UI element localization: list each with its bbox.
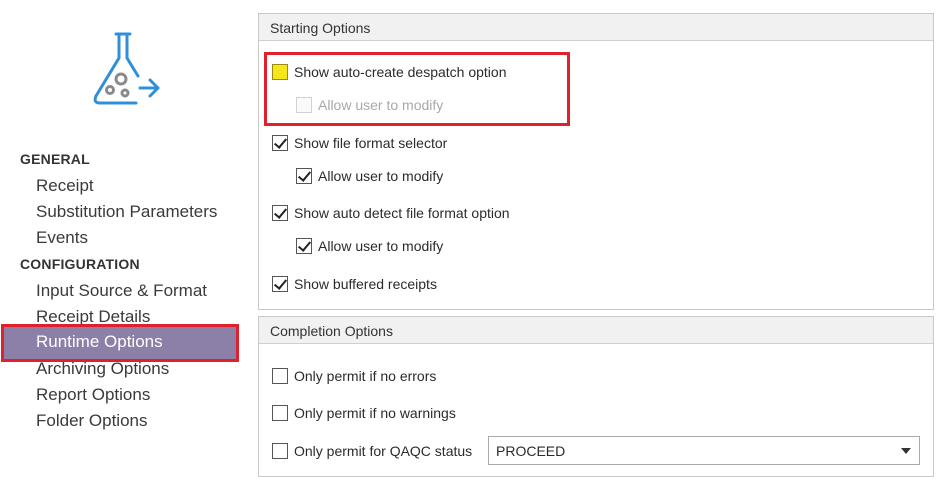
auto-detect-allow-modify-checkbox[interactable]: Allow user to modify <box>296 236 443 256</box>
checkbox-label: Only permit if no warnings <box>294 405 456 421</box>
checkbox-label: Allow user to modify <box>318 97 444 113</box>
checkbox-label: Show buffered receipts <box>294 276 437 292</box>
qaqc-status-checkbox[interactable]: Only permit for QAQC status <box>272 441 472 461</box>
file-format-allow-modify-checkbox[interactable]: Allow user to modify <box>296 166 443 186</box>
sidebar-item-input-source-format[interactable]: Input Source & Format <box>36 281 207 301</box>
checkbox-label: Allow user to modify <box>318 168 444 184</box>
no-errors-checkbox[interactable]: Only permit if no errors <box>272 366 436 386</box>
auto-create-allow-modify-checkbox: Allow user to modify <box>296 95 443 115</box>
buffered-receipts-checkbox[interactable]: Show buffered receipts <box>272 274 437 294</box>
select-value: PROCEED <box>496 443 566 459</box>
checkbox-box[interactable] <box>272 64 288 80</box>
checkbox-label: Only permit for QAQC status <box>294 443 473 459</box>
checkbox-label: Only permit if no errors <box>294 368 437 384</box>
auto-detect-format-checkbox[interactable]: Show auto detect file format option <box>272 203 510 223</box>
sidebar-item-folder-options[interactable]: Folder Options <box>36 411 148 431</box>
file-format-selector-checkbox[interactable]: Show file format selector <box>272 133 447 153</box>
checkbox-label: Allow user to modify <box>318 238 444 254</box>
general-heading: GENERAL <box>20 151 90 167</box>
chevron-down-icon[interactable] <box>901 448 911 454</box>
no-warnings-checkbox[interactable]: Only permit if no warnings <box>272 403 456 423</box>
checkbox-box[interactable] <box>296 168 312 184</box>
checkbox-box[interactable] <box>272 135 288 151</box>
checkbox-label: Show auto detect file format option <box>294 205 510 221</box>
sidebar: GENERAL Receipt Substitution Parameters … <box>0 0 245 483</box>
checkbox-box <box>296 97 312 113</box>
sidebar-item-events[interactable]: Events <box>36 228 88 248</box>
checkbox-label: Show file format selector <box>294 135 448 151</box>
starting-options-title: Starting Options <box>259 14 933 41</box>
checkbox-box[interactable] <box>272 205 288 221</box>
auto-create-despatch-checkbox[interactable]: Show auto-create despatch option <box>272 62 506 82</box>
sidebar-item-receipt-details[interactable]: Receipt Details <box>36 307 150 327</box>
checkbox-box[interactable] <box>296 238 312 254</box>
qaqc-status-select[interactable]: PROCEED <box>488 436 920 465</box>
checkbox-box[interactable] <box>272 368 288 384</box>
checkbox-box[interactable] <box>272 405 288 421</box>
checkbox-box[interactable] <box>272 443 288 459</box>
sidebar-item-label: Runtime Options <box>36 332 163 351</box>
configuration-heading: CONFIGURATION <box>20 256 140 272</box>
sidebar-item-archiving-options[interactable]: Archiving Options <box>36 359 169 379</box>
checkbox-box[interactable] <box>272 276 288 292</box>
checkbox-label: Show auto-create despatch option <box>294 64 507 80</box>
sidebar-item-receipt[interactable]: Receipt <box>36 176 94 196</box>
sidebar-item-runtime-options[interactable]: Runtime Options <box>1 324 239 362</box>
sidebar-item-report-options[interactable]: Report Options <box>36 385 150 405</box>
flask-arrow-icon <box>93 32 160 105</box>
completion-options-title: Completion Options <box>259 317 933 344</box>
sidebar-item-substitution-parameters[interactable]: Substitution Parameters <box>36 202 217 222</box>
